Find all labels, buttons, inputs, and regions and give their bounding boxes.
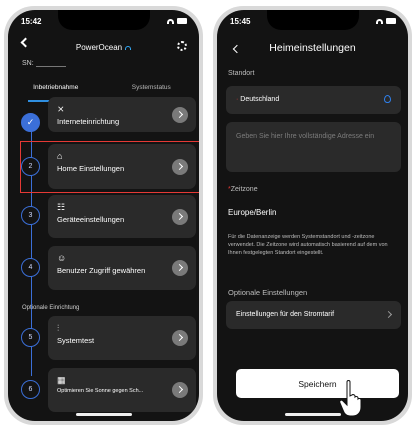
phone-poweroocean-setup: 15:42 PowerOcean SN: Inbetriebnahme Syst… [4,6,203,425]
status-icons [159,17,187,25]
sliders-icon: ⫶ [57,323,60,333]
wifi-status-icon [376,18,383,24]
highlight-box [20,141,199,193]
step-indicator-4: 4 [21,258,40,277]
notch [57,10,150,30]
country-select[interactable]: · Deutschland [226,86,401,114]
save-button[interactable]: Speichern [236,369,399,398]
gear-icon[interactable] [177,41,187,51]
tariff-label: Einstellungen für den Stromtarif [236,311,335,318]
serial-number-label: SN: [22,60,34,67]
status-time: 15:45 [230,17,251,26]
wifi-status-icon [167,18,174,24]
step-indicator-3: 3 [21,206,40,225]
section-optional-setup: Optionale Einrichtung [22,305,80,311]
chevron-right-icon[interactable] [172,106,188,123]
tab-bar: Inbetriebnahme Systemstatus [8,84,199,98]
card-system-test[interactable]: ⫶ Systemtest [48,316,196,360]
card-label: Geräteeinstellungen [57,215,125,224]
address-placeholder: Geben Sie hier Ihre vollständige Adresse… [236,133,375,140]
home-indicator[interactable] [284,413,341,416]
screen-setup: 15:42 PowerOcean SN: Inbetriebnahme Syst… [8,10,199,421]
chevron-right-icon[interactable] [172,382,188,398]
chevron-right-icon[interactable] [172,330,188,346]
address-input[interactable]: Geben Sie hier Ihre vollständige Adresse… [226,122,401,172]
status-time: 15:42 [21,17,42,26]
step-indicator-6: 6 [21,380,40,399]
card-user-access[interactable]: ☺ Benutzer Zugriff gewähren [48,246,196,290]
connection-wifi-icon [125,45,132,50]
tab-inbetriebnahme[interactable]: Inbetriebnahme [8,84,104,98]
page-title: Heimeinstellungen [269,42,356,54]
timezone-info-text: Für die Datenanzeige werden Systemstando… [228,234,388,256]
grid-icon: ☷ [57,202,66,212]
card-label: Benutzer Zugriff gewähren [57,266,146,275]
battery-icon [386,18,396,24]
required-marker: · [236,96,239,103]
timezone-label-text: Zeitzone [230,186,258,193]
solar-panel-icon: ▦ [57,375,66,385]
header-title-text: PowerOcean [75,43,123,52]
chevron-right-icon[interactable] [172,260,188,276]
notch [266,10,359,30]
header-title: PowerOcean [8,43,199,52]
card-label: Interneteinrichtung [57,117,120,126]
status-icons [368,17,396,25]
location-pin-icon[interactable] [384,95,391,103]
battery-icon [177,18,187,24]
optional-settings-label: Optionale Einstellungen [228,288,308,297]
home-indicator[interactable] [75,413,132,416]
phone-home-settings: 15:45 Heimeinstellungen Standort · Deuts… [213,6,412,425]
location-label: Standort [228,70,255,77]
timezone-label: *Zeitzone [228,186,258,193]
card-label: Systemtest [57,336,95,345]
user-icon: ☺ [57,253,67,263]
screen-home-settings: 15:45 Heimeinstellungen Standort · Deuts… [217,10,408,421]
chevron-right-icon[interactable] [172,208,188,225]
pointing-hand-icon [339,380,362,417]
step-indicator-5: 5 [21,328,40,347]
card-label: Optimieren Sie Sonne gegen Sch... [57,388,144,394]
card-optimize-solar[interactable]: ▦ Optimieren Sie Sonne gegen Sch... [48,368,196,412]
wifi-icon: ⨯ [57,104,65,114]
timezone-value: Europe/Berlin [228,208,277,217]
card-internet-setup[interactable]: ⨯ Interneteinrichtung [48,97,196,132]
tab-systemstatus[interactable]: Systemstatus [104,84,200,98]
electricity-tariff-settings[interactable]: Einstellungen für den Stromtarif [226,301,401,329]
serial-number-value [36,66,66,67]
card-device-settings[interactable]: ☷ Geräteeinstellungen [48,195,196,238]
country-value: Deutschland [240,96,280,103]
step-indicator-1 [21,113,40,132]
